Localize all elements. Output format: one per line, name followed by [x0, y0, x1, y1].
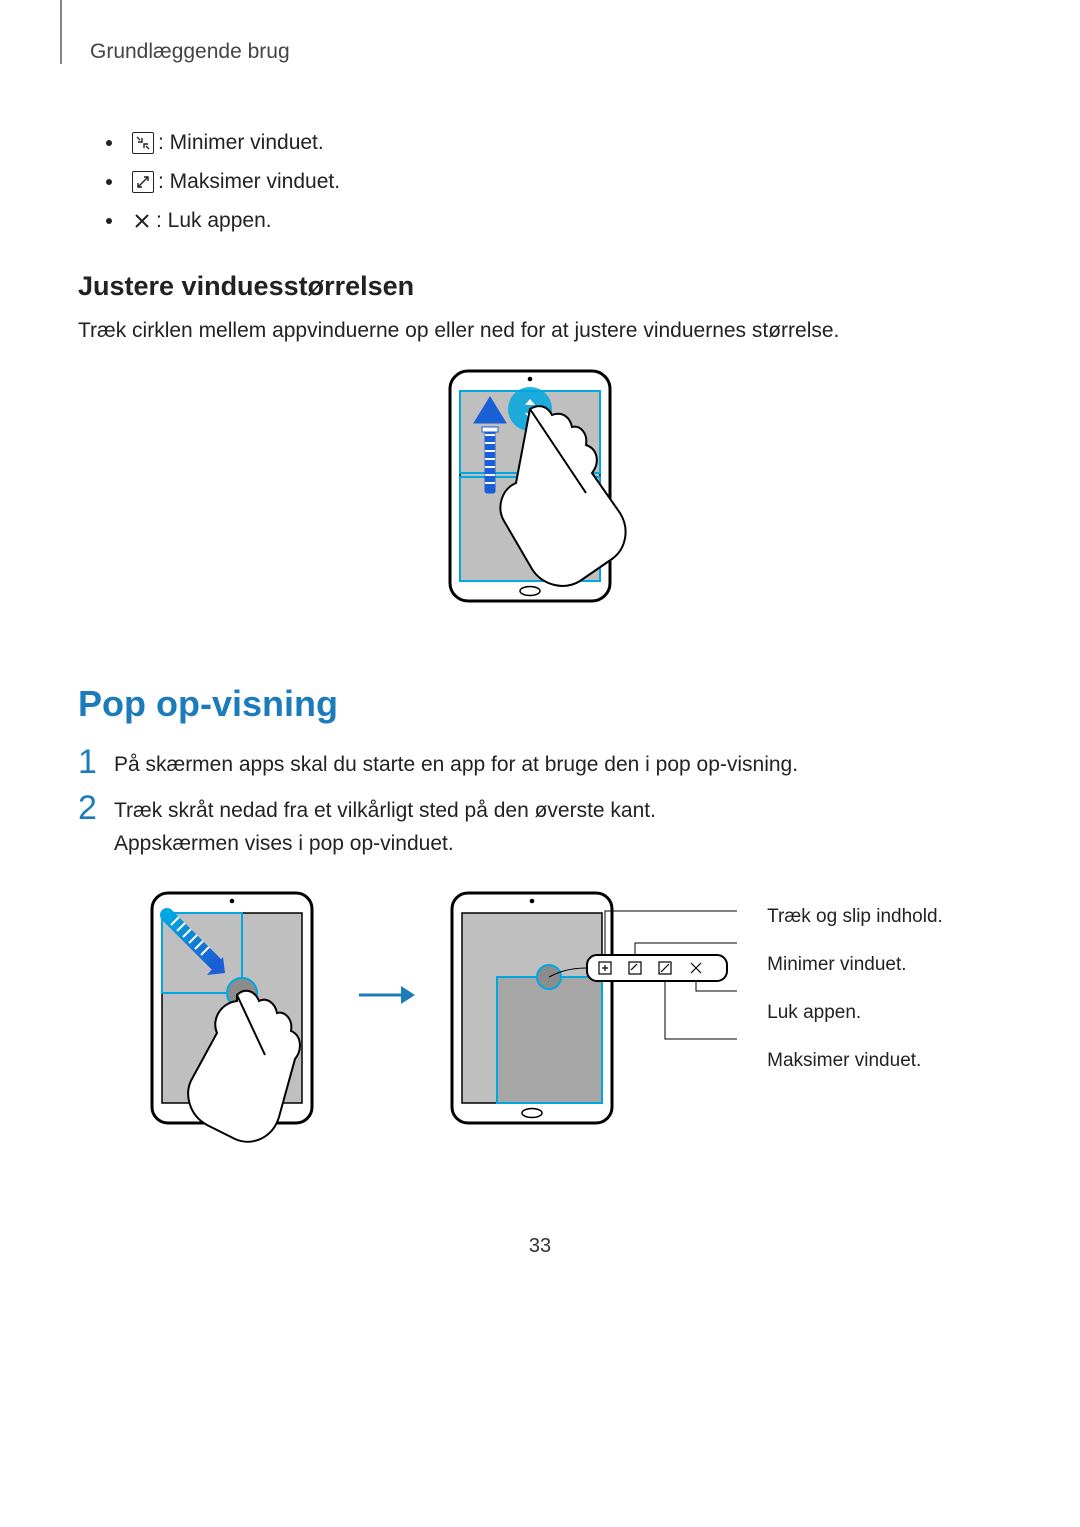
tablet-popup-result: [437, 885, 747, 1145]
bullet-text: : Luk appen.: [156, 202, 272, 241]
bullet-minimize: : Minimer vinduet.: [106, 124, 1002, 163]
step-number: 1: [78, 745, 114, 782]
step-text: På skærmen apps skal du starte en app fo…: [114, 749, 798, 782]
figure-pop-up-view: Træk og slip indhold. Minimer vinduet. L…: [78, 885, 1002, 1175]
tablet-drag-gesture: [137, 885, 337, 1175]
running-header: Grundlæggende brug: [78, 40, 1002, 64]
callout-minimize: Minimer vinduet.: [767, 941, 943, 989]
callout-maximize: Maksimer vinduet.: [767, 1037, 943, 1085]
callout-close: Luk appen.: [767, 989, 943, 1037]
step-1: 1 På skærmen apps skal du starte en app …: [78, 749, 1002, 782]
bullet-dot: [106, 179, 112, 185]
bullet-close: : Luk appen.: [106, 202, 1002, 241]
subheading-adjust-window-size: Justere vinduesstørrelsen: [78, 271, 1002, 302]
bullet-text: : Minimer vinduet.: [158, 124, 324, 163]
adjust-size-paragraph: Træk cirklen mellem appvinduerne op elle…: [78, 316, 1002, 345]
heading-pop-up-view: Pop op-visning: [78, 683, 1002, 725]
maximize-icon: [132, 171, 154, 193]
close-icon: [132, 211, 152, 231]
side-rule: [60, 0, 62, 64]
minimize-icon: [132, 132, 154, 154]
arrow-right-icon: [357, 980, 417, 1010]
bullet-text: : Maksimer vinduet.: [158, 163, 340, 202]
icon-bullet-list: : Minimer vinduet. : Maksimer vinduet. :…: [78, 124, 1002, 241]
step-text: Træk skråt nedad fra et vilkårligt sted …: [114, 795, 656, 860]
callout-labels: Træk og slip indhold. Minimer vinduet. L…: [767, 885, 943, 1085]
bullet-dot: [106, 140, 112, 146]
page-number: 33: [78, 1235, 1002, 1258]
step-2: 2 Træk skråt nedad fra et vilkårligt ste…: [78, 795, 1002, 860]
bullet-maximize: : Maksimer vinduet.: [106, 163, 1002, 202]
figure-resize-window: [78, 363, 1002, 643]
step-number: 2: [78, 791, 114, 860]
bullet-dot: [106, 218, 112, 224]
callout-drag-drop: Træk og slip indhold.: [767, 893, 943, 941]
